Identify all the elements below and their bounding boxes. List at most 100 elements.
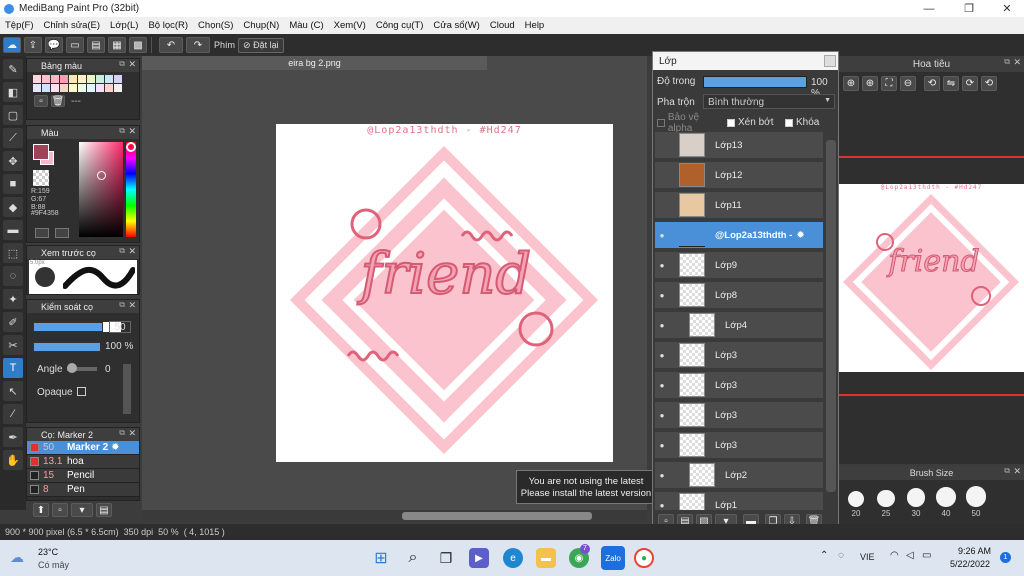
color-swatch[interactable] [42,75,50,83]
document-icon[interactable]: ▤ [87,37,105,53]
brush-row[interactable]: 15 Pencil [27,469,139,483]
brush-tool-icon[interactable]: ✎ [3,59,23,79]
eyedropper-tool-icon[interactable]: ⁄ [3,404,23,424]
wifi-icon[interactable]: ◠ [890,550,899,561]
hue-handle[interactable] [126,142,136,152]
layer-row[interactable]: Lớp12 [655,162,823,190]
menu-select[interactable]: Chọn(S) [193,20,238,31]
move-tool-icon[interactable]: ✥ [3,151,23,171]
brush-settings-icon[interactable]: ▤ [96,503,112,517]
opacity-slider[interactable] [33,342,101,352]
protect-alpha[interactable]: Bảo vệ alpha [657,112,725,134]
message-icon[interactable]: ▭ [66,37,84,53]
gear-icon[interactable]: ✹ [796,230,804,241]
panels-icon[interactable]: ▩ [129,37,147,53]
brush-menu-icon[interactable]: ▾ [71,503,93,517]
layer-row[interactable]: Lớp13 [655,132,823,160]
layer-row[interactable]: ● Lớp9 [655,252,823,280]
popout-icon[interactable]: ⧉ [119,428,125,438]
rectangle-tool-icon[interactable]: ▢ [3,105,23,125]
clipping[interactable]: Xén bớt [727,116,781,129]
blend-select[interactable]: Bình thường ▼ [703,94,835,109]
color-swatch[interactable] [114,75,122,83]
comment-icon[interactable]: 💬 [45,37,63,53]
popout-icon[interactable]: ⧉ [119,300,125,310]
visibility-icon[interactable]: ● [655,501,669,510]
picker-cursor[interactable] [97,171,106,180]
weather-temp[interactable]: 23°C [38,547,58,557]
zoom-in-icon[interactable]: ⊕ [843,76,859,91]
menu-help[interactable]: Help [520,20,550,31]
eraser-tool-icon[interactable]: ◧ [3,82,23,102]
delete-swatch-icon[interactable]: 🗑 [51,95,65,107]
redo-button[interactable]: ↷ [186,37,210,53]
main-color-swatch[interactable] [33,144,49,160]
popout-icon[interactable]: ⧉ [119,59,125,69]
brush-add-icon[interactable]: ⬆ [33,503,49,517]
color-swatch[interactable] [60,84,68,92]
brush-row[interactable]: 8 Pen [27,483,139,497]
color-swatch[interactable] [114,84,122,92]
close-icon[interactable]: ✕ [128,126,136,137]
layer-row[interactable]: Lớp11 [655,192,823,220]
color-swatch[interactable] [87,84,95,92]
visibility-icon[interactable]: ● [655,441,669,450]
color-swatch[interactable] [78,84,86,92]
visibility-icon[interactable]: ● [655,471,669,480]
color-swatch[interactable] [33,75,41,83]
line-tool-icon[interactable]: ⟋ [3,128,23,148]
layer-opacity-slider[interactable] [703,76,807,88]
undo-button[interactable]: ↶ [159,37,183,53]
color-swatch[interactable] [69,84,77,92]
fit-icon[interactable]: ⛶ [881,76,897,91]
lock[interactable]: Khóa [785,116,835,129]
fill-rect-tool-icon[interactable]: ■ [3,174,23,194]
popout-icon[interactable]: ⧉ [119,246,125,256]
circle-icon[interactable]: ◌ [838,550,844,561]
lasso-tool-icon[interactable]: ◌ [3,266,23,286]
close-icon[interactable]: ✕ [1013,57,1021,68]
color-eye-icon[interactable] [35,228,49,238]
chat-icon[interactable]: ▶ [469,548,489,568]
notification-count[interactable]: 1 [1000,552,1011,563]
rotate-left-icon[interactable]: ⟲ [924,76,940,91]
layer-row[interactable]: ● Lớp1 [655,492,823,510]
visibility-icon[interactable]: ● [655,411,669,420]
menu-color[interactable]: Màu (C) [284,20,328,31]
layer-row[interactable]: ● Lớp3 [655,432,823,460]
gradient-tool-icon[interactable]: ▬ [3,220,23,240]
color-swatch[interactable] [42,84,50,92]
menu-window[interactable]: Cửa sổ(W) [428,20,484,31]
layer-row[interactable]: ● Lớp3 [655,372,823,400]
chrome-icon[interactable]: ● [634,548,654,568]
color-swatch[interactable] [51,84,59,92]
visibility-icon[interactable]: ● [655,231,669,240]
brush-new-icon[interactable]: ▫ [52,503,68,517]
zoom-in-2-icon[interactable]: ⊕ [862,76,878,91]
pen-tool-icon[interactable]: ✒ [3,427,23,447]
zalo-icon[interactable]: Zalo [601,546,625,570]
menu-file[interactable]: Tệp(F) [0,20,39,31]
clock-time[interactable]: 9:26 AM [958,546,991,556]
lock-checkbox[interactable] [785,118,793,127]
color-swatch[interactable] [105,84,113,92]
battery-icon[interactable]: ▭ [922,550,931,561]
chevron-up-icon[interactable]: ⌃ [820,550,828,561]
color-swatch[interactable] [96,84,104,92]
menu-layer[interactable]: Lớp(L) [105,20,143,31]
menu-view[interactable]: Xem(V) [329,20,371,31]
navigator-thumbnail[interactable]: @Lop2a13thdth - #Hd247 friend [839,184,1024,372]
popout-icon[interactable]: ⧉ [1004,466,1010,476]
horizontal-scrollbar[interactable] [142,510,647,522]
visibility-icon[interactable]: ● [655,261,669,270]
brush-size-value[interactable]: 50 [109,321,131,333]
brush-size-preset[interactable]: 20 [841,490,871,518]
layer-row[interactable]: ● Lớp3 [655,342,823,370]
visibility-icon[interactable]: ● [655,381,669,390]
layer-window-close-icon[interactable] [824,55,836,67]
bucket-tool-icon[interactable]: ◆ [3,197,23,217]
visibility-icon[interactable]: ● [655,351,669,360]
color-swatch[interactable] [96,75,104,83]
close-icon[interactable]: ✕ [128,246,136,257]
language-indicator[interactable]: VIE [860,552,875,562]
